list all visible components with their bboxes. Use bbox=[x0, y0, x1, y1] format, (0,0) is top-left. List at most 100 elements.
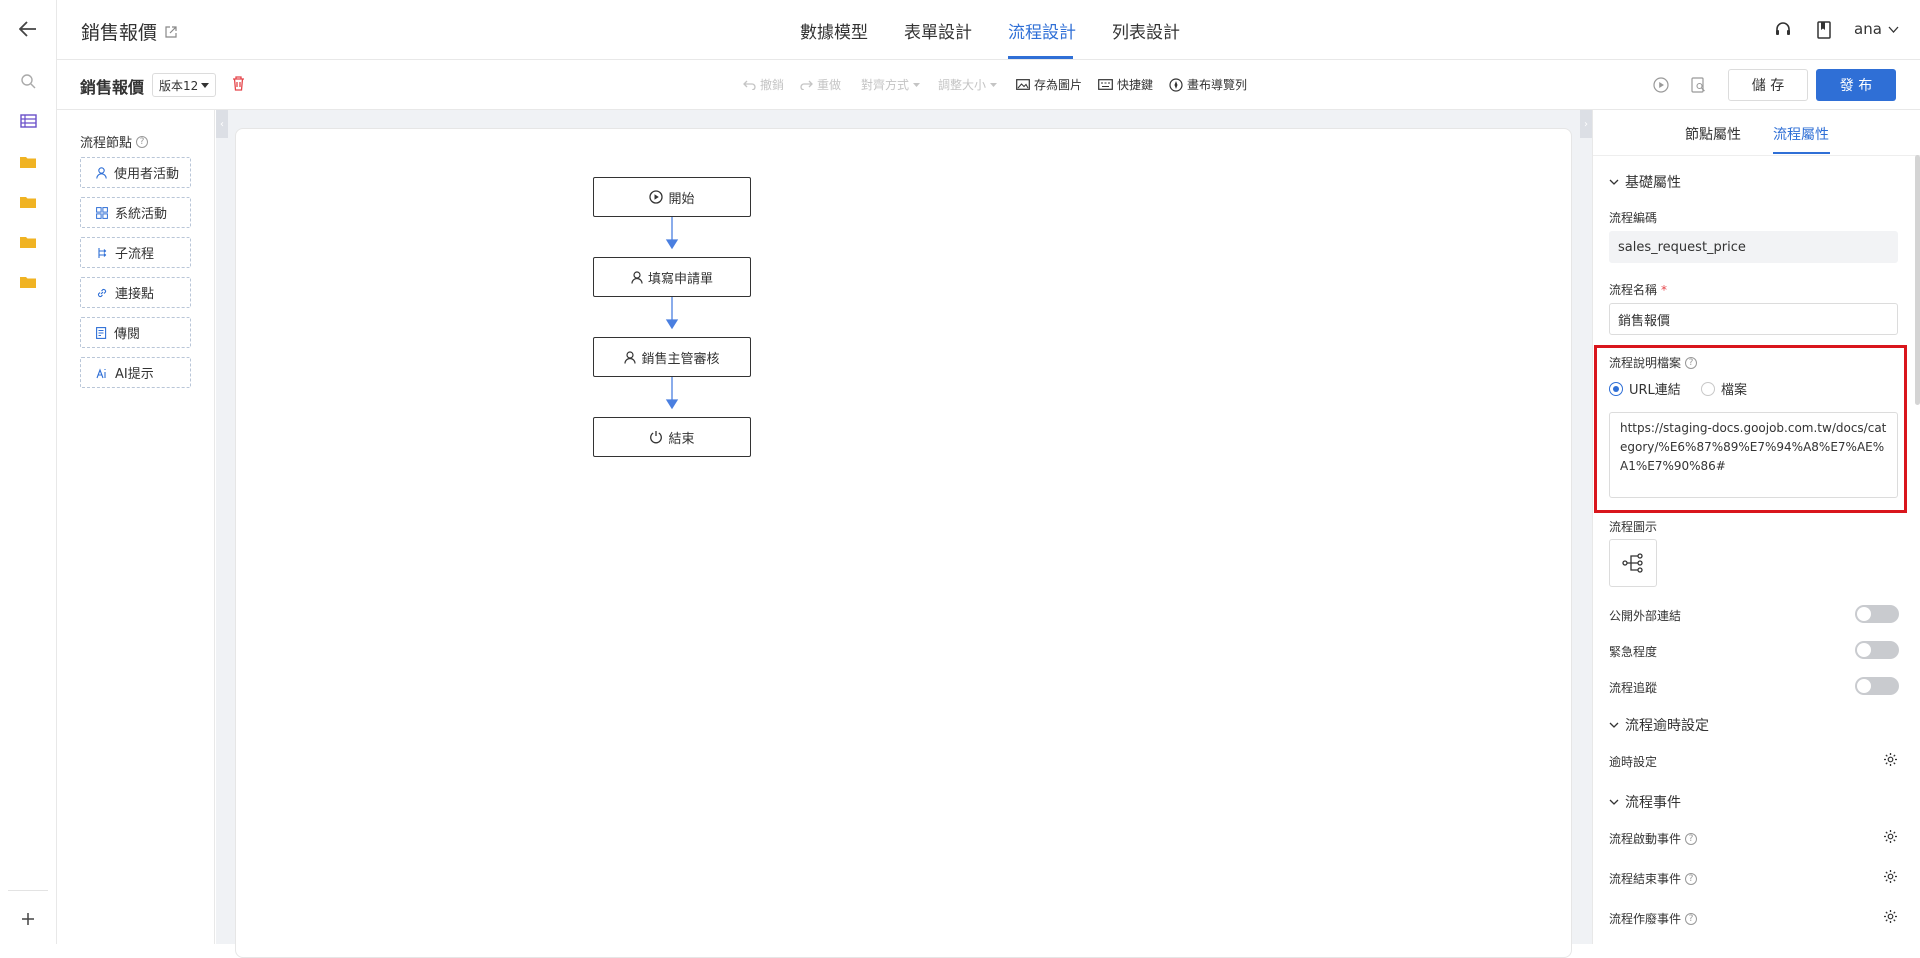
gear-icon[interactable] bbox=[1883, 869, 1898, 884]
tab-form-design[interactable]: 表單設計 bbox=[904, 18, 972, 43]
tracking-label: 流程追蹤 bbox=[1609, 681, 1658, 695]
code-label: 流程編碼 bbox=[1609, 211, 1658, 225]
section-title: 基礎屬性 bbox=[1625, 175, 1681, 191]
gear-icon[interactable] bbox=[1883, 752, 1898, 767]
folder-icon[interactable] bbox=[15, 148, 41, 174]
align-dropdown[interactable]: 對齊方式 bbox=[861, 76, 921, 93]
highlight-box bbox=[1594, 345, 1907, 513]
delete-icon[interactable] bbox=[232, 76, 245, 91]
palette-title: 流程節點 ? bbox=[80, 132, 149, 151]
palette-item-label: 系統活動 bbox=[115, 207, 168, 222]
align-label: 對齊方式 bbox=[861, 78, 910, 92]
help-icon[interactable]: ? bbox=[1685, 872, 1698, 885]
palette-item-connector[interactable]: 連接點 bbox=[80, 277, 191, 308]
palette-item-system-activity[interactable]: 系統活動 bbox=[80, 197, 191, 228]
help-icon[interactable]: ? bbox=[136, 135, 149, 148]
timeout-setting-label: 逾時設定 bbox=[1609, 755, 1658, 769]
tab-node-properties[interactable]: 節點屬性 bbox=[1685, 124, 1741, 144]
search-icon[interactable] bbox=[15, 68, 41, 94]
collapse-left-handle[interactable]: ‹ bbox=[216, 110, 228, 138]
flow-tree-icon bbox=[1622, 553, 1644, 573]
canvas-nav-button[interactable]: 畫布導覽列 bbox=[1169, 76, 1247, 93]
compass-icon bbox=[1169, 77, 1183, 92]
power-icon bbox=[649, 430, 663, 444]
help-icon[interactable]: ? bbox=[1685, 912, 1698, 925]
version-value: 版本12 bbox=[159, 78, 199, 93]
icon-label: 流程圖示 bbox=[1609, 520, 1658, 534]
tab-data-model[interactable]: 數據模型 bbox=[800, 18, 868, 43]
node-label: 開始 bbox=[668, 191, 695, 207]
chevron-down-icon bbox=[1888, 26, 1899, 33]
node-label: 結束 bbox=[668, 431, 695, 447]
tab-flow-design[interactable]: 流程設計 bbox=[1008, 18, 1076, 43]
redo-label: 重做 bbox=[817, 78, 842, 92]
user-menu[interactable]: ana bbox=[1854, 20, 1899, 38]
palette-item-subprocess[interactable]: 子流程 bbox=[80, 237, 191, 268]
user-icon bbox=[96, 166, 107, 179]
canvas-area: ‹ › 開始 填寫申請單 銷售主管審核 結束 bbox=[216, 110, 1592, 958]
save-image-button[interactable]: 存為圖片 bbox=[1016, 76, 1082, 93]
flow-node-fill-form[interactable]: 填寫申請單 bbox=[593, 257, 751, 297]
palette-title-text: 流程節點 bbox=[80, 136, 133, 151]
shortcut-label: 快捷鍵 bbox=[1117, 78, 1154, 92]
flow-node-end[interactable]: 結束 bbox=[593, 417, 751, 457]
version-select[interactable]: 版本12 bbox=[152, 73, 216, 97]
flow-canvas[interactable]: 開始 填寫申請單 銷售主管審核 結束 bbox=[235, 128, 1572, 958]
required-mark: * bbox=[1661, 282, 1668, 297]
gear-icon[interactable] bbox=[1883, 909, 1898, 924]
palette-item-ai-prompt[interactable]: AI提示 bbox=[80, 357, 191, 388]
flow-node-start[interactable]: 開始 bbox=[593, 177, 751, 217]
ai-icon bbox=[96, 367, 108, 379]
scrollbar[interactable] bbox=[1915, 155, 1920, 405]
tab-flow-properties[interactable]: 流程屬性 bbox=[1773, 124, 1829, 144]
undo-icon bbox=[743, 80, 756, 90]
inspect-icon[interactable] bbox=[1691, 77, 1706, 93]
section-events[interactable]: 流程事件 bbox=[1609, 792, 1681, 812]
folder-icon[interactable] bbox=[15, 268, 41, 294]
collapse-right-handle[interactable]: › bbox=[1580, 110, 1592, 138]
external-link-icon[interactable] bbox=[165, 25, 177, 38]
support-icon[interactable] bbox=[1774, 21, 1792, 39]
gear-icon[interactable] bbox=[1883, 829, 1898, 844]
palette-item-circulate[interactable]: 傳閱 bbox=[80, 317, 191, 348]
keyboard-icon bbox=[1098, 79, 1113, 90]
divider bbox=[8, 890, 48, 891]
section-timeout[interactable]: 流程逾時設定 bbox=[1609, 715, 1709, 735]
public-link-toggle[interactable] bbox=[1855, 605, 1899, 623]
name-label: 流程名稱 * bbox=[1609, 281, 1667, 298]
image-icon bbox=[1016, 79, 1030, 90]
redo-button[interactable]: 重做 bbox=[800, 76, 841, 93]
section-title: 流程逾時設定 bbox=[1625, 718, 1709, 734]
folder-icon[interactable] bbox=[15, 188, 41, 214]
book-icon[interactable] bbox=[1817, 21, 1831, 39]
palette-item-label: AI提示 bbox=[115, 367, 154, 382]
urgency-toggle[interactable] bbox=[1855, 641, 1899, 659]
flow-node-manager-review[interactable]: 銷售主管審核 bbox=[593, 337, 751, 377]
undo-button[interactable]: 撤銷 bbox=[743, 76, 784, 93]
flow-name: 銷售報價 bbox=[80, 78, 145, 97]
resize-dropdown[interactable]: 調整大小 bbox=[938, 76, 998, 93]
palette-item-user-activity[interactable]: 使用者活動 bbox=[80, 157, 191, 188]
publish-button[interactable]: 發 布 bbox=[1816, 69, 1896, 101]
flow-name-input[interactable]: 銷售報價 bbox=[1609, 303, 1898, 335]
table-icon[interactable] bbox=[15, 108, 41, 134]
section-basic-properties[interactable]: 基礎屬性 bbox=[1609, 172, 1681, 192]
help-icon[interactable]: ? bbox=[1685, 832, 1698, 845]
user-icon bbox=[624, 350, 637, 364]
back-arrow-icon[interactable] bbox=[15, 16, 41, 42]
tab-list-design[interactable]: 列表設計 bbox=[1112, 18, 1180, 43]
subprocess-icon bbox=[96, 247, 108, 259]
palette-item-label: 子流程 bbox=[115, 247, 155, 262]
folder-icon[interactable] bbox=[15, 228, 41, 254]
tracking-toggle[interactable] bbox=[1855, 677, 1899, 695]
plus-icon[interactable] bbox=[15, 906, 41, 932]
save-image-label: 存為圖片 bbox=[1034, 78, 1083, 92]
left-rail bbox=[0, 0, 57, 944]
grid-icon bbox=[96, 206, 108, 219]
shortcut-button[interactable]: 快捷鍵 bbox=[1098, 76, 1153, 93]
node-label: 銷售主管審核 bbox=[641, 351, 720, 367]
run-icon[interactable] bbox=[1653, 77, 1669, 93]
save-button[interactable]: 儲 存 bbox=[1728, 69, 1808, 101]
canvas-nav-label: 畫布導覽列 bbox=[1187, 78, 1248, 92]
flow-icon-picker[interactable] bbox=[1609, 539, 1657, 587]
